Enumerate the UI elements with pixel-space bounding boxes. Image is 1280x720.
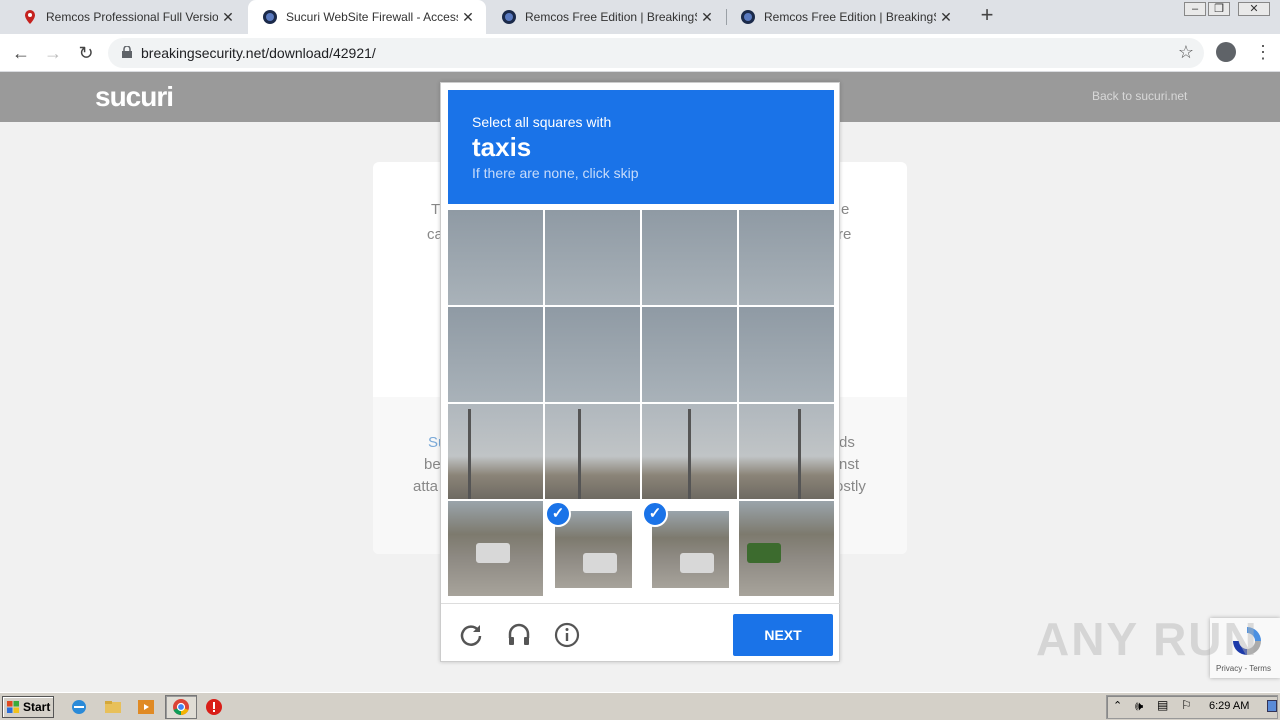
captcha-tile[interactable] bbox=[448, 307, 543, 402]
globe-icon bbox=[502, 10, 516, 24]
reload-icon[interactable] bbox=[458, 622, 484, 648]
next-button[interactable]: NEXT bbox=[733, 614, 833, 656]
action-center-flag-icon[interactable]: ⚐ bbox=[1181, 698, 1192, 712]
network-icon[interactable]: ▤ bbox=[1157, 698, 1168, 712]
tab-remcos-free-1[interactable]: Remcos Free Edition | BreakingSecur ✕ bbox=[487, 0, 725, 34]
globe-icon bbox=[741, 10, 755, 24]
reload-page-icon[interactable]: ↻ bbox=[75, 42, 97, 64]
start-label: Start bbox=[23, 700, 51, 714]
captcha-hint: If there are none, click skip bbox=[472, 165, 639, 181]
captcha-tile[interactable] bbox=[545, 210, 640, 305]
recaptcha-challenge: Select all squares with taxis If there a… bbox=[440, 82, 841, 663]
taskbar-clock: 6:29 AM bbox=[1209, 700, 1250, 712]
globe-icon bbox=[263, 10, 277, 24]
captcha-tile[interactable] bbox=[545, 307, 640, 402]
captcha-tile[interactable] bbox=[642, 404, 737, 499]
bg-text-fragment: e bbox=[841, 201, 850, 218]
captcha-tile[interactable]: ✓ bbox=[545, 501, 640, 596]
captcha-tile[interactable] bbox=[545, 404, 640, 499]
captcha-tile[interactable] bbox=[448, 404, 543, 499]
tile-pole bbox=[468, 409, 471, 499]
browser-menu-icon[interactable]: ⋮ bbox=[1254, 42, 1272, 64]
maximize-button[interactable]: ❐ bbox=[1208, 2, 1230, 16]
captcha-footer: NEXT bbox=[441, 603, 841, 663]
tile-vehicle bbox=[476, 543, 510, 563]
chrome-icon bbox=[173, 699, 189, 716]
back-to-sucuri-link[interactable]: Back to sucuri.net bbox=[1092, 89, 1187, 103]
captcha-prompt: Select all squares with bbox=[472, 114, 612, 130]
captcha-tile[interactable] bbox=[642, 210, 737, 305]
tab-title: Sucuri WebSite Firewall - Access Den bbox=[286, 10, 458, 24]
map-pin-icon bbox=[25, 10, 35, 24]
captcha-tile[interactable]: ✓ bbox=[642, 501, 737, 596]
captcha-tile[interactable] bbox=[739, 210, 834, 305]
address-bar[interactable]: breakingsecurity.net/download/42921/ ☆ bbox=[108, 38, 1204, 68]
back-arrow-icon[interactable]: ← bbox=[10, 42, 32, 64]
tray-expand-icon[interactable]: ⌃ bbox=[1113, 699, 1122, 712]
new-tab-button[interactable]: + bbox=[976, 4, 998, 27]
minimize-button[interactable]: ‒ bbox=[1184, 2, 1206, 16]
tab-title: Remcos Free Edition | BreakingSecur bbox=[525, 10, 697, 24]
tab-sucuri-firewall[interactable]: Sucuri WebSite Firewall - Access Den ✕ bbox=[248, 0, 486, 34]
tile-pole bbox=[578, 409, 581, 499]
profile-avatar-icon[interactable] bbox=[1216, 42, 1236, 62]
bg-text-fragment: ds bbox=[839, 434, 855, 451]
lock-icon bbox=[122, 46, 132, 58]
windows-taskbar: Start ⌃ 🕪 ▤ ⚐ 6:29 AM bbox=[0, 692, 1280, 720]
captcha-tile[interactable] bbox=[448, 501, 543, 596]
anyrun-watermark: ANY RUN bbox=[1036, 613, 1259, 665]
captcha-header: Select all squares with taxis If there a… bbox=[448, 90, 834, 204]
tile-pole bbox=[688, 409, 691, 499]
windows-flag-icon bbox=[7, 701, 19, 713]
show-desktop-icon[interactable] bbox=[1267, 700, 1277, 712]
internet-explorer-icon[interactable] bbox=[70, 698, 88, 716]
taskbar-chrome-button[interactable] bbox=[165, 695, 197, 719]
headphones-icon[interactable] bbox=[506, 622, 532, 648]
tile-vehicle bbox=[583, 553, 617, 573]
tab-title: Remcos Professional Full Version Do bbox=[46, 10, 218, 24]
tile-vehicle bbox=[680, 553, 714, 573]
bg-text-fragment: nst bbox=[839, 456, 860, 473]
close-tab-icon[interactable]: ✕ bbox=[218, 9, 238, 26]
captcha-tile[interactable] bbox=[448, 210, 543, 305]
volume-icon[interactable]: 🕪 bbox=[1135, 698, 1143, 714]
selected-check-icon: ✓ bbox=[642, 501, 668, 527]
close-tab-icon[interactable]: ✕ bbox=[458, 9, 478, 26]
close-tab-icon[interactable]: ✕ bbox=[936, 9, 956, 26]
start-button[interactable]: Start bbox=[2, 696, 54, 718]
captcha-tile[interactable] bbox=[642, 307, 737, 402]
tile-pole bbox=[798, 409, 801, 499]
bookmark-star-icon[interactable]: ☆ bbox=[1178, 42, 1194, 63]
captcha-image-grid: ✓ ✓ bbox=[448, 210, 834, 596]
bg-text-fragment: re bbox=[838, 226, 852, 243]
bg-text-fragment: atta bbox=[413, 478, 439, 495]
system-tray: ⌃ 🕪 ▤ ⚐ bbox=[1106, 695, 1278, 719]
captcha-target: taxis bbox=[472, 132, 532, 162]
tile-tree bbox=[747, 543, 781, 563]
tab-title: Remcos Free Edition | BreakingSecur bbox=[764, 10, 936, 24]
media-player-icon[interactable] bbox=[137, 698, 155, 716]
captcha-tile[interactable] bbox=[739, 404, 834, 499]
url-text: breakingsecurity.net/download/42921/ bbox=[141, 45, 376, 61]
opera-icon[interactable] bbox=[205, 698, 223, 716]
sucuri-logo[interactable]: sucuri bbox=[95, 81, 174, 113]
close-window-button[interactable]: ✕ bbox=[1238, 2, 1270, 16]
bg-text-fragment: T bbox=[431, 201, 441, 218]
tab-remcos-professional[interactable]: Remcos Professional Full Version Do ✕ bbox=[8, 0, 246, 34]
captcha-tile[interactable] bbox=[739, 307, 834, 402]
tab-remcos-free-2[interactable]: Remcos Free Edition | BreakingSecur ✕ bbox=[726, 0, 964, 34]
browser-toolbar: ← → ↻ breakingsecurity.net/download/4292… bbox=[0, 34, 1280, 72]
folder-icon[interactable] bbox=[104, 698, 122, 716]
info-icon[interactable] bbox=[554, 622, 580, 648]
browser-tab-bar: Remcos Professional Full Version Do ✕ Su… bbox=[0, 0, 1280, 34]
close-tab-icon[interactable]: ✕ bbox=[697, 9, 717, 26]
selected-check-icon: ✓ bbox=[545, 501, 571, 527]
forward-arrow-icon[interactable]: → bbox=[42, 42, 64, 64]
bg-text-fragment: be bbox=[424, 456, 441, 473]
captcha-tile[interactable] bbox=[739, 501, 834, 596]
